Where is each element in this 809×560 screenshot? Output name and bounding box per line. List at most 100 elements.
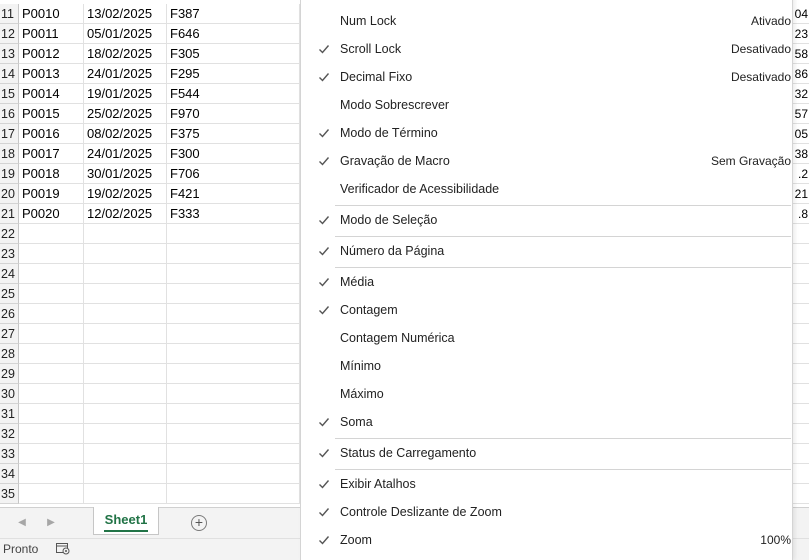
menu-item-modo-de-termino[interactable]: Modo de Término <box>301 120 794 148</box>
cell-date[interactable] <box>84 224 167 244</box>
cell-date[interactable] <box>84 384 167 404</box>
cell-partial-value[interactable]: .8 <box>793 204 809 224</box>
row-header[interactable]: 12 <box>0 24 19 44</box>
cell-date[interactable]: 19/02/2025 <box>84 184 167 204</box>
cell-date[interactable] <box>84 304 167 324</box>
cell-code[interactable]: F333 <box>167 204 300 224</box>
scroll-tabs-left-icon[interactable]: ◀ <box>15 516 29 530</box>
menu-item-soma[interactable]: Soma <box>301 409 794 437</box>
cell-partial-value[interactable] <box>793 364 809 384</box>
cell-partial-value[interactable]: 38 <box>793 144 809 164</box>
menu-item-numero-da-pagina[interactable]: Número da Página <box>301 238 794 266</box>
cell-product-id[interactable] <box>19 444 84 464</box>
menu-item-contagem[interactable]: Contagem <box>301 297 794 325</box>
cell-partial-value[interactable]: 58 <box>793 44 809 64</box>
cell-product-id[interactable]: P0017 <box>19 144 84 164</box>
cell-code[interactable] <box>167 444 300 464</box>
cell-product-id[interactable] <box>19 264 84 284</box>
cell-date[interactable] <box>84 444 167 464</box>
cell-partial-value[interactable]: 57 <box>793 104 809 124</box>
cell-product-id[interactable] <box>19 484 84 504</box>
row-header[interactable]: 24 <box>0 264 19 284</box>
cell-date[interactable] <box>84 424 167 444</box>
row-header[interactable]: 33 <box>0 444 19 464</box>
row-header[interactable]: 32 <box>0 424 19 444</box>
cell-partial-value[interactable]: 05 <box>793 124 809 144</box>
cell-code[interactable] <box>167 384 300 404</box>
cell-partial-value[interactable] <box>793 384 809 404</box>
cell-date[interactable]: 24/01/2025 <box>84 64 167 84</box>
menu-item-zoom[interactable]: Zoom 100% <box>301 527 794 555</box>
menu-item-modo-sobrescrever[interactable]: Modo Sobrescrever <box>301 92 794 120</box>
sheet-tab[interactable]: Sheet1 <box>93 507 159 535</box>
cell-code[interactable] <box>167 344 300 364</box>
cell-product-id[interactable]: P0011 <box>19 24 84 44</box>
cell-code[interactable]: F544 <box>167 84 300 104</box>
cell-partial-value[interactable] <box>793 304 809 324</box>
cell-product-id[interactable]: P0015 <box>19 104 84 124</box>
row-header[interactable]: 28 <box>0 344 19 364</box>
menu-item-status-de-carregamento[interactable]: Status de Carregamento <box>301 440 794 468</box>
cell-date[interactable]: 08/02/2025 <box>84 124 167 144</box>
cell-partial-value[interactable] <box>793 264 809 284</box>
row-header[interactable]: 26 <box>0 304 19 324</box>
cell-date[interactable]: 05/01/2025 <box>84 24 167 44</box>
cell-date[interactable] <box>84 324 167 344</box>
cell-partial-value[interactable]: .2 <box>793 164 809 184</box>
cell-date[interactable]: 18/02/2025 <box>84 44 167 64</box>
cell-partial-value[interactable]: 86 <box>793 64 809 84</box>
cell-code[interactable] <box>167 224 300 244</box>
cell-date[interactable]: 30/01/2025 <box>84 164 167 184</box>
cell-partial-value[interactable] <box>793 284 809 304</box>
cell-partial-value[interactable]: 32 <box>793 84 809 104</box>
add-sheet-icon[interactable]: + <box>191 515 207 531</box>
cell-code[interactable] <box>167 244 300 264</box>
menu-item-verificador-acessibilidade[interactable]: Verificador de Acessibilidade <box>301 176 794 204</box>
cell-product-id[interactable] <box>19 284 84 304</box>
cell-date[interactable]: 24/01/2025 <box>84 144 167 164</box>
cell-product-id[interactable] <box>19 384 84 404</box>
cell-date[interactable]: 19/01/2025 <box>84 84 167 104</box>
cell-product-id[interactable]: P0019 <box>19 184 84 204</box>
row-header[interactable]: 21 <box>0 204 19 224</box>
menu-item-gravacao-de-macro[interactable]: Gravação de Macro Sem Gravação <box>301 148 794 176</box>
cell-product-id[interactable] <box>19 404 84 424</box>
cell-partial-value[interactable] <box>793 324 809 344</box>
cell-code[interactable] <box>167 424 300 444</box>
cell-partial-value[interactable] <box>793 444 809 464</box>
cell-code[interactable]: F970 <box>167 104 300 124</box>
cell-partial-value[interactable] <box>793 224 809 244</box>
cell-code[interactable]: F305 <box>167 44 300 64</box>
cell-product-id[interactable] <box>19 244 84 264</box>
cell-product-id[interactable] <box>19 464 84 484</box>
row-header[interactable]: 17 <box>0 124 19 144</box>
cell-date[interactable] <box>84 284 167 304</box>
cell-product-id[interactable]: P0010 <box>19 4 84 24</box>
row-header[interactable]: 15 <box>0 84 19 104</box>
menu-item-controle-deslizante-zoom[interactable]: Controle Deslizante de Zoom <box>301 499 794 527</box>
cell-date[interactable] <box>84 364 167 384</box>
menu-item-scroll-lock[interactable]: Scroll Lock Desativado <box>301 36 794 64</box>
cell-partial-value[interactable]: 04 <box>793 4 809 24</box>
cell-date[interactable] <box>84 264 167 284</box>
cell-code[interactable] <box>167 284 300 304</box>
cell-product-id[interactable]: P0020 <box>19 204 84 224</box>
row-header[interactable]: 34 <box>0 464 19 484</box>
cell-product-id[interactable] <box>19 424 84 444</box>
cell-code[interactable]: F706 <box>167 164 300 184</box>
cell-code[interactable] <box>167 404 300 424</box>
row-header[interactable]: 19 <box>0 164 19 184</box>
row-header[interactable]: 23 <box>0 244 19 264</box>
cell-product-id[interactable] <box>19 344 84 364</box>
cell-code[interactable]: F421 <box>167 184 300 204</box>
cell-partial-value[interactable] <box>793 244 809 264</box>
cell-code[interactable] <box>167 324 300 344</box>
row-header[interactable]: 30 <box>0 384 19 404</box>
row-header[interactable]: 13 <box>0 44 19 64</box>
cell-code[interactable] <box>167 484 300 504</box>
cell-date[interactable]: 25/02/2025 <box>84 104 167 124</box>
menu-item-num-lock[interactable]: Num Lock Ativado <box>301 8 794 36</box>
cell-code[interactable] <box>167 264 300 284</box>
row-header[interactable]: 16 <box>0 104 19 124</box>
cell-date[interactable]: 13/02/2025 <box>84 4 167 24</box>
